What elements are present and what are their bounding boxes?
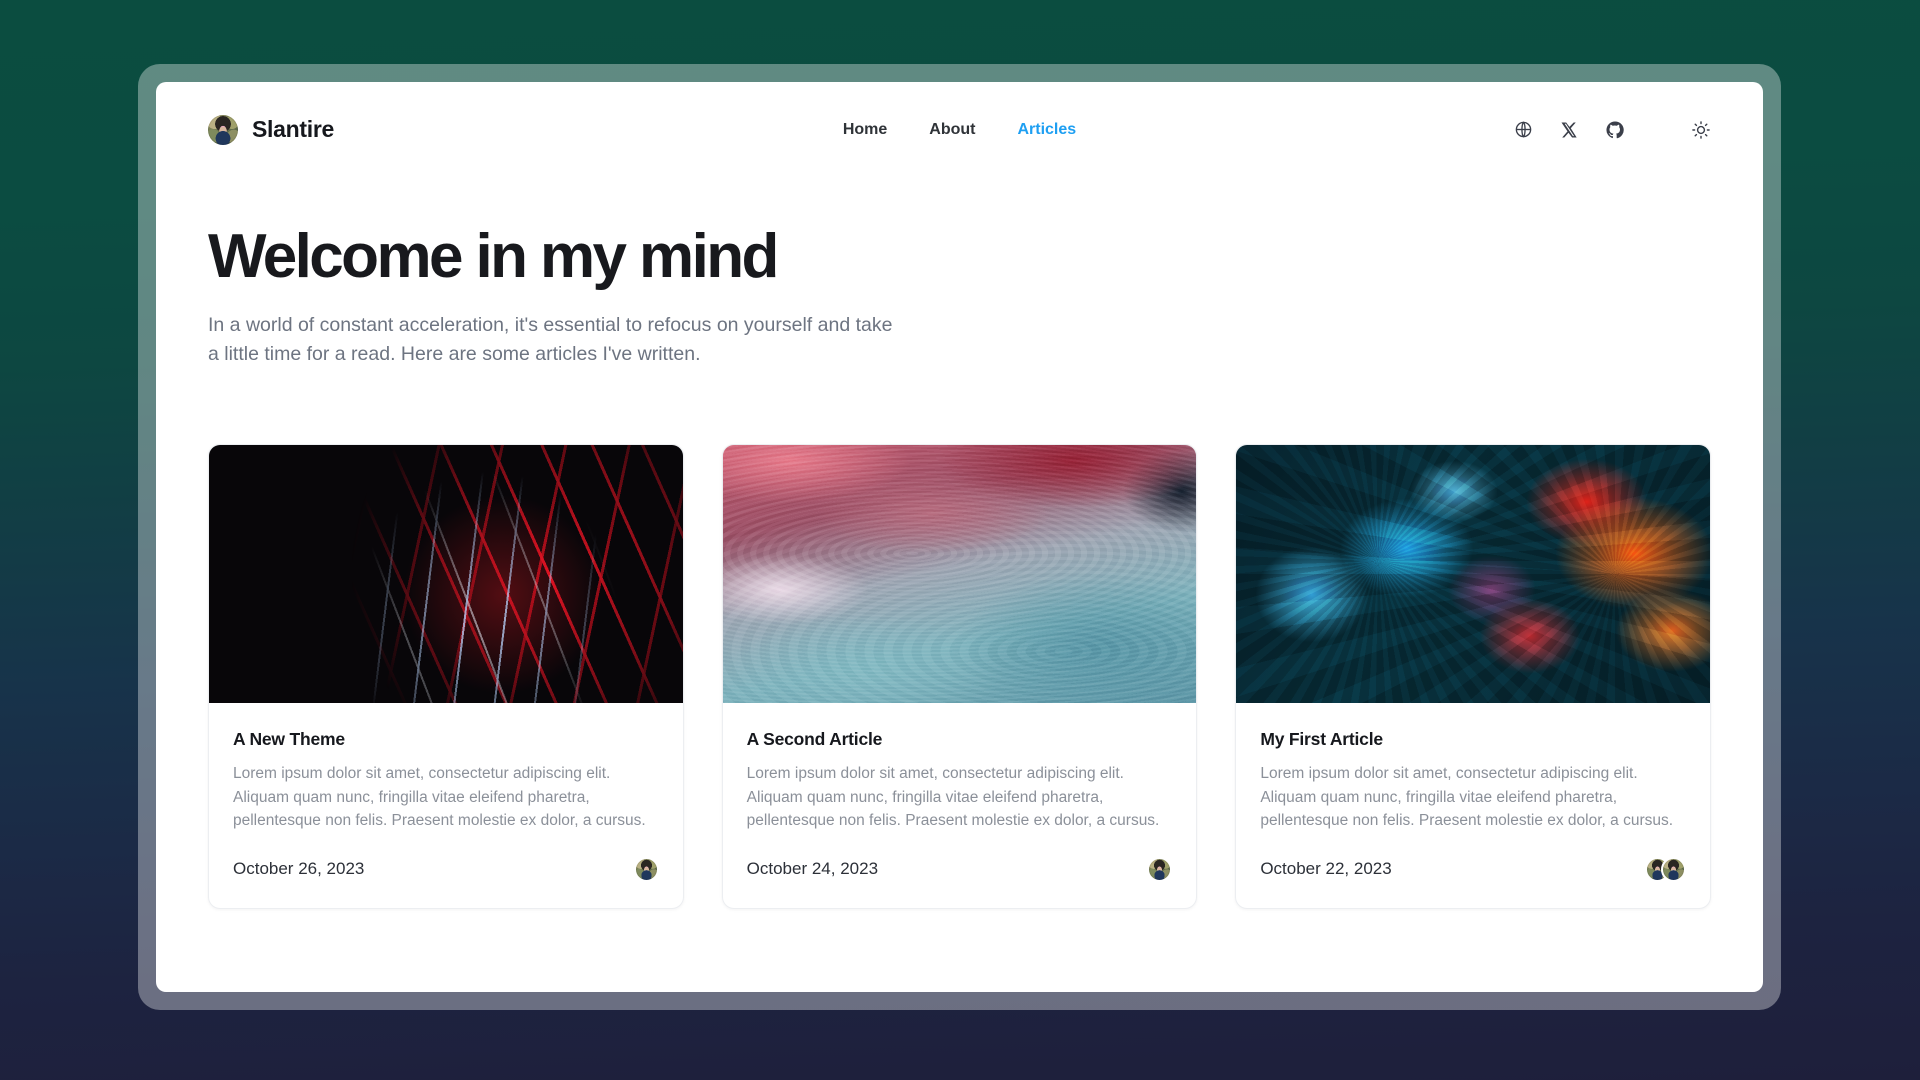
article-footer: October 24, 2023 bbox=[723, 833, 1197, 908]
header-actions bbox=[1511, 118, 1713, 142]
nav-item-articles[interactable]: Articles bbox=[1017, 121, 1076, 139]
article-card[interactable]: My First Article Lorem ipsum dolor sit a… bbox=[1235, 444, 1711, 909]
article-cover-image bbox=[209, 445, 683, 703]
github-icon[interactable] bbox=[1603, 118, 1627, 142]
article-authors bbox=[1644, 856, 1686, 882]
article-authors bbox=[633, 856, 659, 882]
author-avatar bbox=[1660, 856, 1686, 882]
article-footer: October 22, 2023 bbox=[1236, 833, 1710, 908]
article-grid: A New Theme Lorem ipsum dolor sit amet, … bbox=[156, 444, 1763, 909]
article-cover-image bbox=[722, 445, 1197, 703]
article-card[interactable]: A New Theme Lorem ipsum dolor sit amet, … bbox=[208, 444, 684, 909]
browser-frame: Slantire Home About Articles Welcome in … bbox=[138, 64, 1781, 1010]
brand-avatar bbox=[208, 114, 238, 145]
article-authors bbox=[1147, 856, 1173, 882]
article-date: October 22, 2023 bbox=[1260, 859, 1392, 879]
main-nav: Home About Articles bbox=[843, 121, 1076, 139]
page-surface: Slantire Home About Articles Welcome in … bbox=[156, 82, 1763, 992]
site-header: Slantire Home About Articles bbox=[156, 82, 1763, 177]
article-title: A Second Article bbox=[746, 729, 883, 749]
article-body: A Second Article Lorem ipsum dolor sit a… bbox=[723, 703, 1197, 833]
author-avatar bbox=[633, 856, 659, 882]
article-title: A New Theme bbox=[233, 729, 345, 749]
page-title: Welcome in my mind bbox=[208, 222, 779, 291]
nav-item-about[interactable]: About bbox=[929, 121, 975, 139]
article-date: October 26, 2023 bbox=[233, 859, 365, 879]
page-subtitle: In a world of constant acceleration, it'… bbox=[208, 314, 893, 365]
article-card[interactable]: A Second Article Lorem ipsum dolor sit a… bbox=[721, 444, 1198, 909]
nav-item-home[interactable]: Home bbox=[843, 121, 887, 139]
article-excerpt: Lorem ipsum dolor sit amet, consectetur … bbox=[746, 765, 1160, 830]
article-title: My First Article bbox=[1260, 729, 1383, 749]
globe-icon[interactable] bbox=[1511, 118, 1535, 142]
article-footer: October 26, 2023 bbox=[209, 833, 683, 908]
author-avatar bbox=[1147, 856, 1173, 882]
hero-section: Welcome in my mind In a world of constan… bbox=[156, 177, 1763, 368]
article-body: A New Theme Lorem ipsum dolor sit amet, … bbox=[209, 703, 683, 833]
sun-icon[interactable] bbox=[1689, 118, 1713, 142]
brand-name: Slantire bbox=[252, 116, 334, 142]
article-date: October 24, 2023 bbox=[746, 859, 879, 879]
article-excerpt: Lorem ipsum dolor sit amet, consectetur … bbox=[1260, 765, 1674, 830]
brand-link[interactable]: Slantire bbox=[208, 114, 334, 145]
x-twitter-icon[interactable] bbox=[1557, 118, 1581, 142]
article-cover-image bbox=[1236, 445, 1710, 703]
article-excerpt: Lorem ipsum dolor sit amet, consectetur … bbox=[233, 765, 646, 830]
article-body: My First Article Lorem ipsum dolor sit a… bbox=[1236, 703, 1710, 833]
